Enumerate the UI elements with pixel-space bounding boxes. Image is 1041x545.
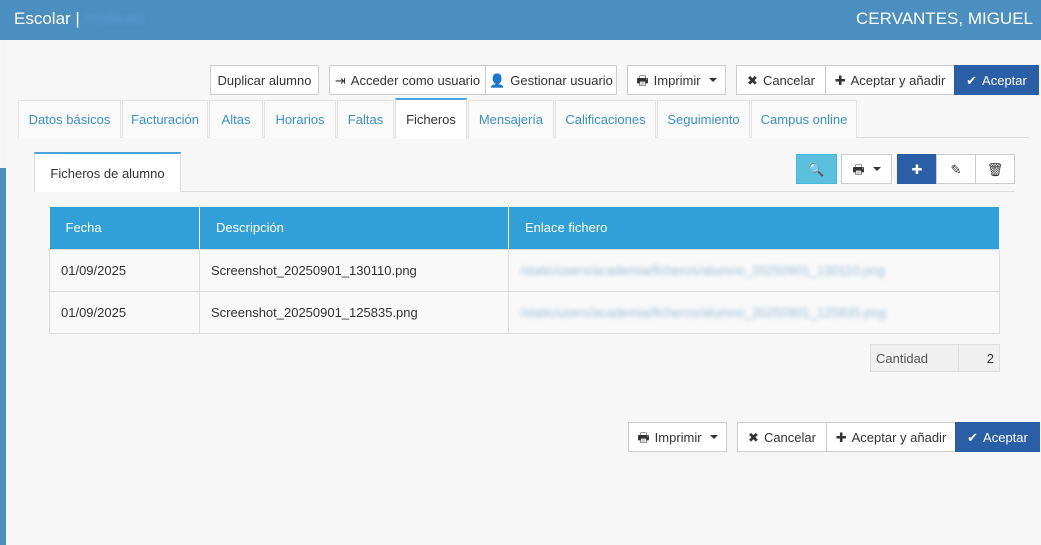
accept-button[interactable]: ✔ Aceptar <box>954 65 1039 95</box>
caret-down-icon <box>872 167 881 171</box>
record-count: Cantidad 2 <box>870 344 1000 372</box>
plus-icon: ✚ <box>835 429 847 445</box>
bottom-print-dropdown-button[interactable]: 🖶 Imprimir <box>628 422 727 452</box>
check-icon: ✔ <box>967 429 979 445</box>
tab-datos-basicos[interactable]: Datos básicos <box>18 100 121 138</box>
count-value: 2 <box>986 350 994 366</box>
cancel-button[interactable]: ✖ Cancelar <box>736 65 826 95</box>
tab-facturacion[interactable]: Facturación <box>122 100 208 138</box>
table-header-row: Fecha Descripción Enlace fichero <box>49 207 1000 249</box>
accept-and-add-button[interactable]: ✚ Aceptar y añadir <box>825 65 955 95</box>
printer-icon: 🖶 <box>636 72 649 88</box>
tab-mensajeria[interactable]: Mensajería <box>468 100 554 138</box>
print-dropdown-button[interactable]: 🖶 Imprimir <box>627 65 726 95</box>
tab-bar: Datos básicos Facturación Altas Horarios… <box>18 98 1029 139</box>
search-icon: 🔍 <box>808 161 825 177</box>
caret-down-icon <box>708 78 717 82</box>
pencil-icon: ✎ <box>950 161 962 177</box>
plus-icon: ✚ <box>911 161 923 177</box>
caret-down-icon <box>709 435 718 439</box>
grid-print-dropdown-button[interactable]: 🖶 <box>841 154 892 184</box>
close-icon: ✖ <box>747 72 758 88</box>
bottom-accept-and-add-button[interactable]: ✚ Aceptar y añadir <box>826 422 956 452</box>
login-icon: ⇥ <box>334 72 346 88</box>
tab-ficheros[interactable]: Ficheros <box>395 98 467 139</box>
plus-icon: ✚ <box>834 72 846 88</box>
close-icon: ✖ <box>748 429 759 445</box>
column-header-descripcion[interactable]: Descripción <box>199 207 509 249</box>
file-link[interactable]: /static/users/academia/ficheros/alumno_2… <box>520 263 885 278</box>
column-header-enlace[interactable]: Enlace fichero <box>508 207 1000 249</box>
check-icon: ✔ <box>966 72 978 88</box>
files-table: Fecha Descripción Enlace fichero 01/09/2… <box>49 207 1000 334</box>
tab-campus-online[interactable]: Campus online <box>751 100 857 138</box>
table-row[interactable]: 01/09/2025 Screenshot_20250901_130110.pn… <box>49 248 1000 292</box>
user-icon: 👤 <box>489 72 506 88</box>
cell-fecha: 01/09/2025 <box>49 248 200 292</box>
user-name[interactable]: CERVANTES, MIGUEL <box>856 9 1033 29</box>
printer-icon: 🖶 <box>852 161 865 177</box>
tab-faltas[interactable]: Faltas <box>337 100 394 138</box>
top-navbar: Escolar | Instituto CERVANTES, MIGUEL <box>0 0 1041 40</box>
tab-calificaciones[interactable]: Calificaciones <box>555 100 656 138</box>
access-as-user-button[interactable]: ⇥ Acceder como usuario <box>329 65 486 95</box>
search-button[interactable]: 🔍 <box>796 154 837 184</box>
printer-icon: 🖶 <box>637 429 650 445</box>
cell-enlace[interactable]: /static/users/academia/ficheros/alumno_2… <box>508 248 1000 292</box>
count-label: Cantidad <box>871 345 959 371</box>
tab-seguimiento[interactable]: Seguimiento <box>657 100 750 138</box>
cell-fecha: 01/09/2025 <box>49 290 200 334</box>
cell-descripcion: Screenshot_20250901_125835.png <box>199 290 509 334</box>
left-edge-strip <box>0 168 6 545</box>
duplicate-student-button[interactable]: Duplicar alumno <box>210 65 319 95</box>
tab-altas[interactable]: Altas <box>209 100 263 138</box>
cell-enlace[interactable]: /static/users/academia/ficheros/alumno_2… <box>508 290 1000 334</box>
edit-file-button[interactable]: ✎ <box>936 154 976 184</box>
file-link[interactable]: /static/users/academia/ficheros/alumno_2… <box>520 305 886 320</box>
bottom-cancel-button[interactable]: ✖ Cancelar <box>737 422 827 452</box>
delete-file-button[interactable]: 🗑 <box>975 154 1015 184</box>
bottom-accept-button[interactable]: ✔ Aceptar <box>955 422 1040 452</box>
subtab-divider <box>34 191 1015 192</box>
app-subtitle: Instituto <box>84 9 144 28</box>
subtab-ficheros-de-alumno[interactable]: Ficheros de alumno <box>34 152 181 192</box>
tab-horarios[interactable]: Horarios <box>264 100 336 138</box>
add-file-button[interactable]: ✚ <box>897 154 937 184</box>
app-title[interactable]: Escolar | <box>14 9 80 29</box>
manage-user-button[interactable]: 👤 Gestionar usuario <box>485 65 617 95</box>
cell-descripcion: Screenshot_20250901_130110.png <box>199 248 509 292</box>
column-header-fecha[interactable]: Fecha <box>49 207 200 249</box>
trash-icon: 🗑 <box>986 161 1004 177</box>
table-row[interactable]: 01/09/2025 Screenshot_20250901_125835.pn… <box>49 290 1000 334</box>
